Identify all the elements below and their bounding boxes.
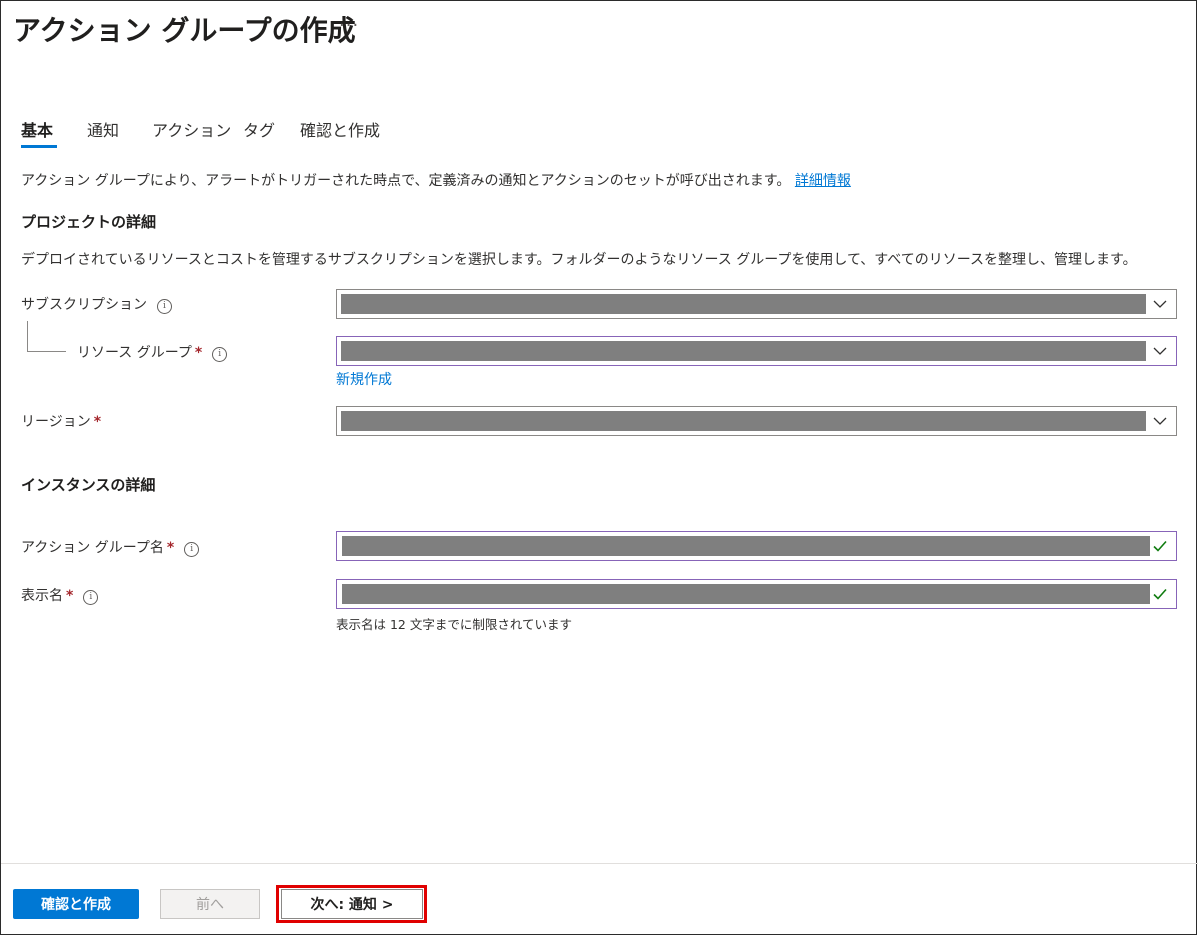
action-group-name-input[interactable] bbox=[336, 531, 1177, 561]
action-group-name-label: アクション グループ名 bbox=[21, 540, 164, 556]
region-dropdown[interactable] bbox=[336, 406, 1177, 436]
tab-notifications[interactable]: 通知 bbox=[87, 117, 119, 141]
redacted-value bbox=[342, 584, 1150, 604]
info-icon[interactable]: i bbox=[157, 299, 172, 314]
required-marker: * bbox=[166, 540, 175, 556]
footer-divider bbox=[1, 863, 1198, 864]
resource-group-label-row: リソース グループ * i bbox=[77, 342, 228, 362]
redacted-value bbox=[342, 536, 1150, 556]
info-icon[interactable]: i bbox=[83, 590, 99, 605]
more-options-button[interactable]: ··· bbox=[339, 15, 359, 36]
learn-more-link[interactable]: 詳細情報 bbox=[795, 173, 851, 189]
create-new-label: 新規作成 bbox=[336, 372, 392, 388]
review-create-button[interactable]: 確認と作成 bbox=[13, 889, 139, 919]
intro-text: アクション グループにより、アラートがトリガーされた時点で、定義済みの通知とアク… bbox=[21, 173, 791, 189]
subscription-label: サブスクリプション bbox=[21, 297, 147, 313]
chevron-down-icon bbox=[1153, 417, 1167, 425]
region-label: リージョン bbox=[21, 414, 91, 430]
chevron-down-icon bbox=[1153, 300, 1167, 308]
tab-basics[interactable]: 基本 bbox=[21, 117, 57, 148]
create-new-resource-group-link[interactable]: 新規作成 bbox=[336, 369, 392, 389]
tab-basics-label: 基本 bbox=[21, 121, 54, 140]
tab-actions[interactable]: アクション bbox=[152, 117, 231, 141]
subscription-dropdown[interactable] bbox=[336, 289, 1177, 319]
project-details-heading: プロジェクトの詳細 bbox=[21, 213, 157, 231]
redacted-value bbox=[341, 411, 1146, 431]
chevron-down-icon bbox=[1153, 347, 1167, 355]
tree-connector bbox=[27, 321, 66, 352]
info-icon[interactable]: i bbox=[212, 347, 228, 362]
redacted-value bbox=[341, 294, 1146, 314]
next-notifications-button[interactable]: 次へ: 通知 > bbox=[281, 889, 423, 919]
create-action-group-page: アクション グループの作成 ··· 基本 通知 アクション タグ 確認と作成 ア… bbox=[0, 0, 1198, 935]
redacted-value bbox=[341, 341, 1146, 361]
checkmark-icon bbox=[1153, 588, 1167, 600]
checkmark-icon bbox=[1153, 540, 1167, 552]
region-label-row: リージョン * bbox=[21, 411, 101, 431]
display-name-input[interactable] bbox=[336, 579, 1177, 609]
required-marker: * bbox=[194, 345, 203, 361]
display-name-label-row: 表示名 * i bbox=[21, 585, 99, 605]
resource-group-dropdown[interactable] bbox=[336, 336, 1177, 366]
tab-tags[interactable]: タグ bbox=[243, 117, 275, 141]
project-description: デプロイされているリソースとコストを管理するサブスクリプションを選択します。フォ… bbox=[21, 252, 1137, 268]
active-tab-indicator bbox=[21, 145, 57, 148]
display-name-label: 表示名 bbox=[21, 588, 63, 604]
page-title: アクション グループの作成 bbox=[13, 14, 356, 47]
previous-button[interactable]: 前へ bbox=[160, 889, 260, 919]
resource-group-label: リソース グループ bbox=[77, 345, 192, 361]
subscription-label-row: サブスクリプション i bbox=[21, 294, 172, 314]
tab-review-create[interactable]: 確認と作成 bbox=[300, 117, 380, 141]
required-marker: * bbox=[93, 414, 102, 430]
display-name-hint: 表示名は 12 文字までに制限されています bbox=[336, 617, 572, 632]
required-marker: * bbox=[66, 588, 74, 604]
info-icon[interactable]: i bbox=[184, 542, 200, 557]
action-group-name-label-row: アクション グループ名 * i bbox=[21, 537, 200, 557]
instance-details-heading: インスタンスの詳細 bbox=[21, 476, 156, 494]
intro-description: アクション グループにより、アラートがトリガーされた時点で、定義済みの通知とアク… bbox=[21, 170, 851, 190]
